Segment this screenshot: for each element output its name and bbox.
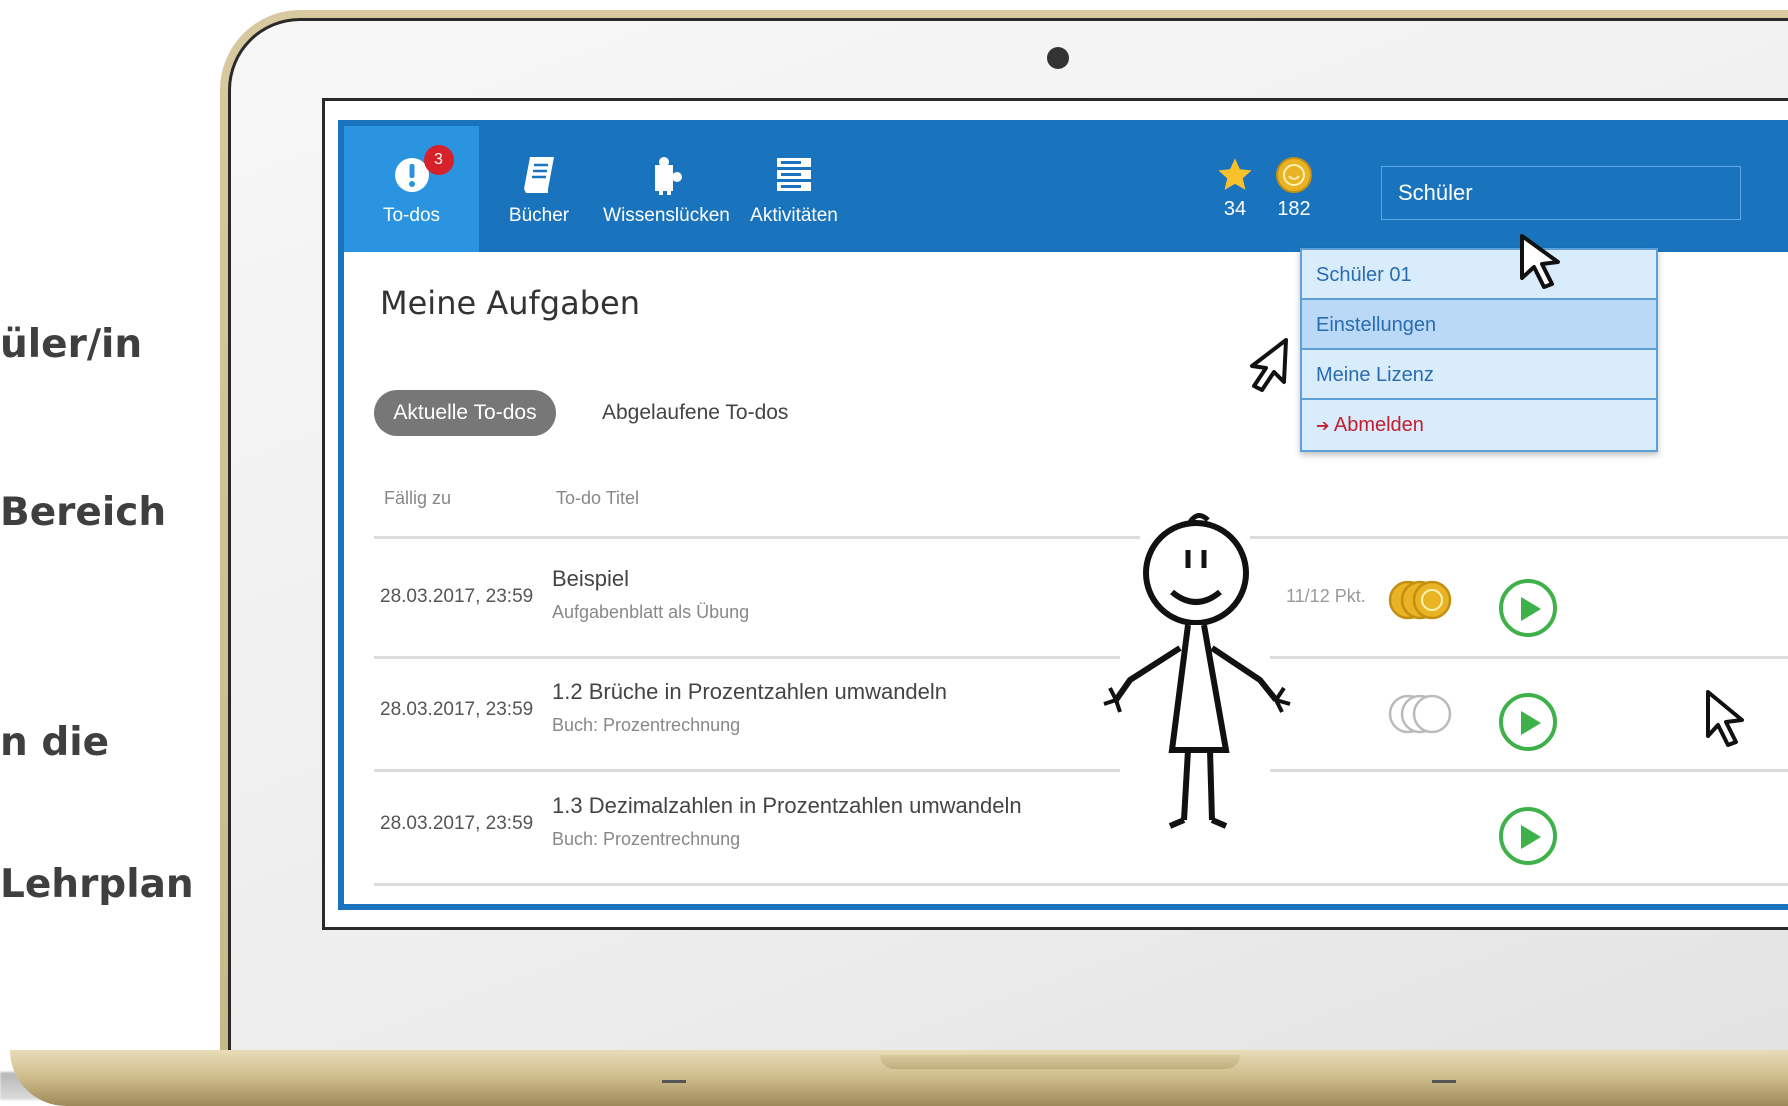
exclamation-icon: 3 xyxy=(394,145,454,199)
list-icon xyxy=(775,151,813,199)
coin-icon xyxy=(1276,157,1312,193)
play-icon xyxy=(1521,711,1541,735)
row-2-due: 28.03.2017, 23:59 xyxy=(380,699,534,720)
side-text-2: Bereich xyxy=(0,490,167,535)
star-icon xyxy=(1218,158,1252,190)
todo-count-badge: 3 xyxy=(423,145,454,175)
row-1-play-button[interactable] xyxy=(1499,579,1557,637)
nav-todos[interactable]: 3 To-dos xyxy=(344,126,479,252)
gold-coins-icon xyxy=(1388,580,1452,620)
empty-coins-icon xyxy=(1388,694,1452,734)
row-2-play-button[interactable] xyxy=(1499,693,1557,751)
dropdown-item-logout[interactable]: ➔ Abmelden xyxy=(1302,400,1656,450)
cursor-icon xyxy=(1520,234,1560,289)
tab-expired-todos[interactable]: Abgelaufene To-dos xyxy=(602,390,788,436)
laptop-notch xyxy=(880,1055,1240,1069)
row-1-title[interactable]: Beispiel xyxy=(552,566,629,592)
dropdown-item-settings[interactable]: Einstellungen xyxy=(1302,300,1656,350)
row-2-subtitle: Buch: Prozentrechnung xyxy=(552,715,741,735)
coins-count: 182 xyxy=(1277,198,1311,220)
puzzle-icon xyxy=(649,151,685,199)
user-dropdown: Schüler 01 Einstellungen Meine Lizenz ➔ … xyxy=(1300,248,1658,452)
nav-activities-label: Aktivitäten xyxy=(750,205,838,226)
nav-activities[interactable]: Aktivitäten xyxy=(734,126,854,252)
cursor-outline-icon xyxy=(1250,338,1288,392)
row-1-due: 28.03.2017, 23:59 xyxy=(380,586,534,607)
app-window: 3 To-dos Bücher Wissenslücken Aktivitäte… xyxy=(338,120,1788,910)
play-icon xyxy=(1521,825,1541,849)
top-nav-bar: 3 To-dos Bücher Wissenslücken Aktivitäte… xyxy=(344,126,1788,252)
coins-stat: 182 xyxy=(1275,156,1313,221)
stars-stat: 34 xyxy=(1216,156,1254,221)
tab-current-todos[interactable]: Aktuelle To-dos xyxy=(374,390,556,436)
page-title: Meine Aufgaben xyxy=(380,284,640,322)
logout-icon: ➔ xyxy=(1316,418,1330,435)
camera-dot xyxy=(1047,47,1069,69)
row-divider xyxy=(374,883,1788,886)
row-3-due: 28.03.2017, 23:59 xyxy=(380,813,534,834)
column-header-due[interactable]: Fällig zu xyxy=(384,488,451,509)
nav-books-label: Bücher xyxy=(508,205,570,226)
base-foot-left xyxy=(662,1080,686,1083)
nav-gaps[interactable]: Wissenslücken xyxy=(599,126,734,252)
cursor-icon xyxy=(1706,690,1744,747)
dropdown-item-license[interactable]: Meine Lizenz xyxy=(1302,350,1656,400)
user-menu-field[interactable]: Schüler xyxy=(1381,166,1741,220)
nav-gaps-label: Wissenslücken xyxy=(603,205,730,226)
side-text-1: üler/in xyxy=(0,322,143,367)
row-3-subtitle: Buch: Prozentrechnung xyxy=(552,829,741,849)
book-icon xyxy=(522,151,556,199)
row-3-play-button[interactable] xyxy=(1499,807,1557,865)
stars-count: 34 xyxy=(1223,198,1247,220)
nav-books[interactable]: Bücher xyxy=(479,126,599,252)
nav-todos-label: To-dos xyxy=(382,205,441,226)
row-1-subtitle: Aufgabenblatt als Übung xyxy=(552,602,750,622)
dropdown-item-user[interactable]: Schüler 01 xyxy=(1302,250,1656,300)
play-icon xyxy=(1521,597,1541,621)
side-text-3: n die xyxy=(0,720,110,765)
base-foot-right xyxy=(1432,1080,1456,1083)
stick-figure-illustration xyxy=(1103,510,1291,840)
row-3-title[interactable]: 1.3 Dezimalzahlen in Prozentzahlen umwan… xyxy=(552,793,1022,819)
logout-label: Abmelden xyxy=(1333,414,1424,436)
column-header-title[interactable]: To-do Titel xyxy=(556,488,639,509)
row-2-title[interactable]: 1.2 Brüche in Prozentzahlen umwandeln xyxy=(552,679,947,705)
side-text-4: Lehrplan xyxy=(0,862,194,907)
